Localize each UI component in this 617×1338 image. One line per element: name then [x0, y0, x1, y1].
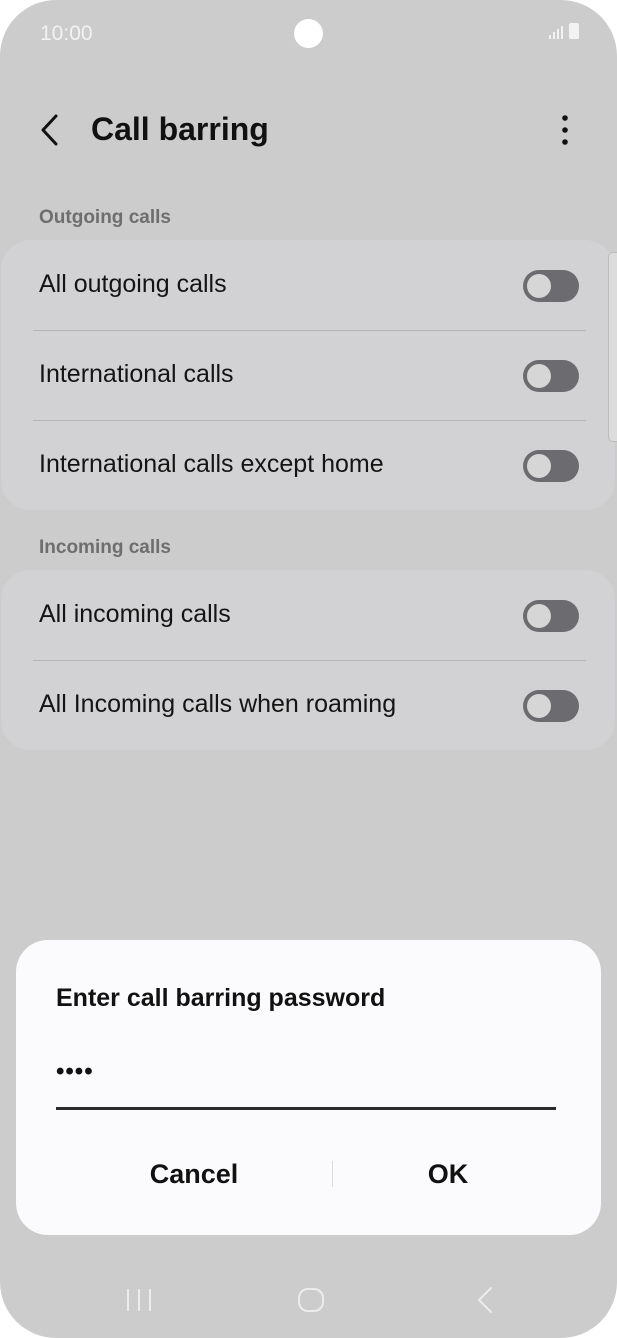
password-dialog: Enter call barring password •••• Cancel … — [16, 940, 601, 1235]
setting-label: International calls — [39, 360, 234, 388]
toggle-switch[interactable] — [523, 450, 579, 482]
setting-label: All incoming calls — [39, 600, 231, 628]
screen: 10:00 Call barring Outgoing calls All ou… — [0, 0, 617, 1338]
toggle-knob — [527, 364, 551, 388]
setting-row-incoming-roaming[interactable]: All Incoming calls when roaming — [1, 660, 615, 750]
battery-icon — [569, 23, 579, 39]
button-separator — [332, 1161, 333, 1187]
page-title: Call barring — [91, 111, 269, 147]
more-options-icon — [562, 115, 568, 145]
home-icon — [298, 1288, 324, 1312]
nav-back-button[interactable] — [465, 1280, 505, 1320]
status-time: 10:00 — [40, 22, 93, 45]
section-label-incoming: Incoming calls — [39, 537, 171, 558]
camera-cutout — [294, 19, 323, 48]
more-options-button[interactable] — [548, 110, 582, 150]
nav-recents-button[interactable] — [119, 1280, 159, 1320]
setting-label: All Incoming calls when roaming — [39, 690, 397, 718]
toggle-switch[interactable] — [523, 270, 579, 302]
nav-back-icon — [478, 1287, 492, 1313]
outgoing-calls-card: All outgoing calls International calls I… — [1, 240, 615, 510]
toggle-switch[interactable] — [523, 690, 579, 722]
setting-label: All outgoing calls — [39, 270, 227, 298]
dialog-title: Enter call barring password — [56, 984, 386, 1012]
setting-row-all-incoming[interactable]: All incoming calls — [1, 570, 615, 660]
toggle-switch[interactable] — [523, 360, 579, 392]
toggle-knob — [527, 274, 551, 298]
password-input[interactable]: •••• — [56, 1058, 556, 1110]
cancel-button[interactable]: Cancel — [94, 1147, 294, 1201]
password-value: •••• — [56, 1058, 94, 1085]
setting-label: International calls except home — [39, 450, 384, 478]
back-button[interactable] — [34, 110, 74, 150]
section-label-outgoing: Outgoing calls — [39, 207, 171, 228]
nav-home-button[interactable] — [291, 1280, 331, 1320]
setting-row-international[interactable]: International calls — [1, 330, 615, 420]
incoming-calls-card: All incoming calls All Incoming calls wh… — [1, 570, 615, 750]
signal-icon — [549, 25, 563, 39]
input-underline — [56, 1107, 556, 1110]
toggle-knob — [527, 454, 551, 478]
toggle-switch[interactable] — [523, 600, 579, 632]
setting-row-international-except-home[interactable]: International calls except home — [1, 420, 615, 510]
recents-icon — [127, 1289, 151, 1311]
toggle-knob — [527, 694, 551, 718]
scroll-indicator[interactable] — [608, 252, 617, 442]
back-arrow-icon — [41, 114, 58, 146]
setting-row-all-outgoing[interactable]: All outgoing calls — [1, 240, 615, 330]
toggle-knob — [527, 604, 551, 628]
status-icons — [549, 23, 579, 39]
ok-button[interactable]: OK — [348, 1147, 548, 1201]
